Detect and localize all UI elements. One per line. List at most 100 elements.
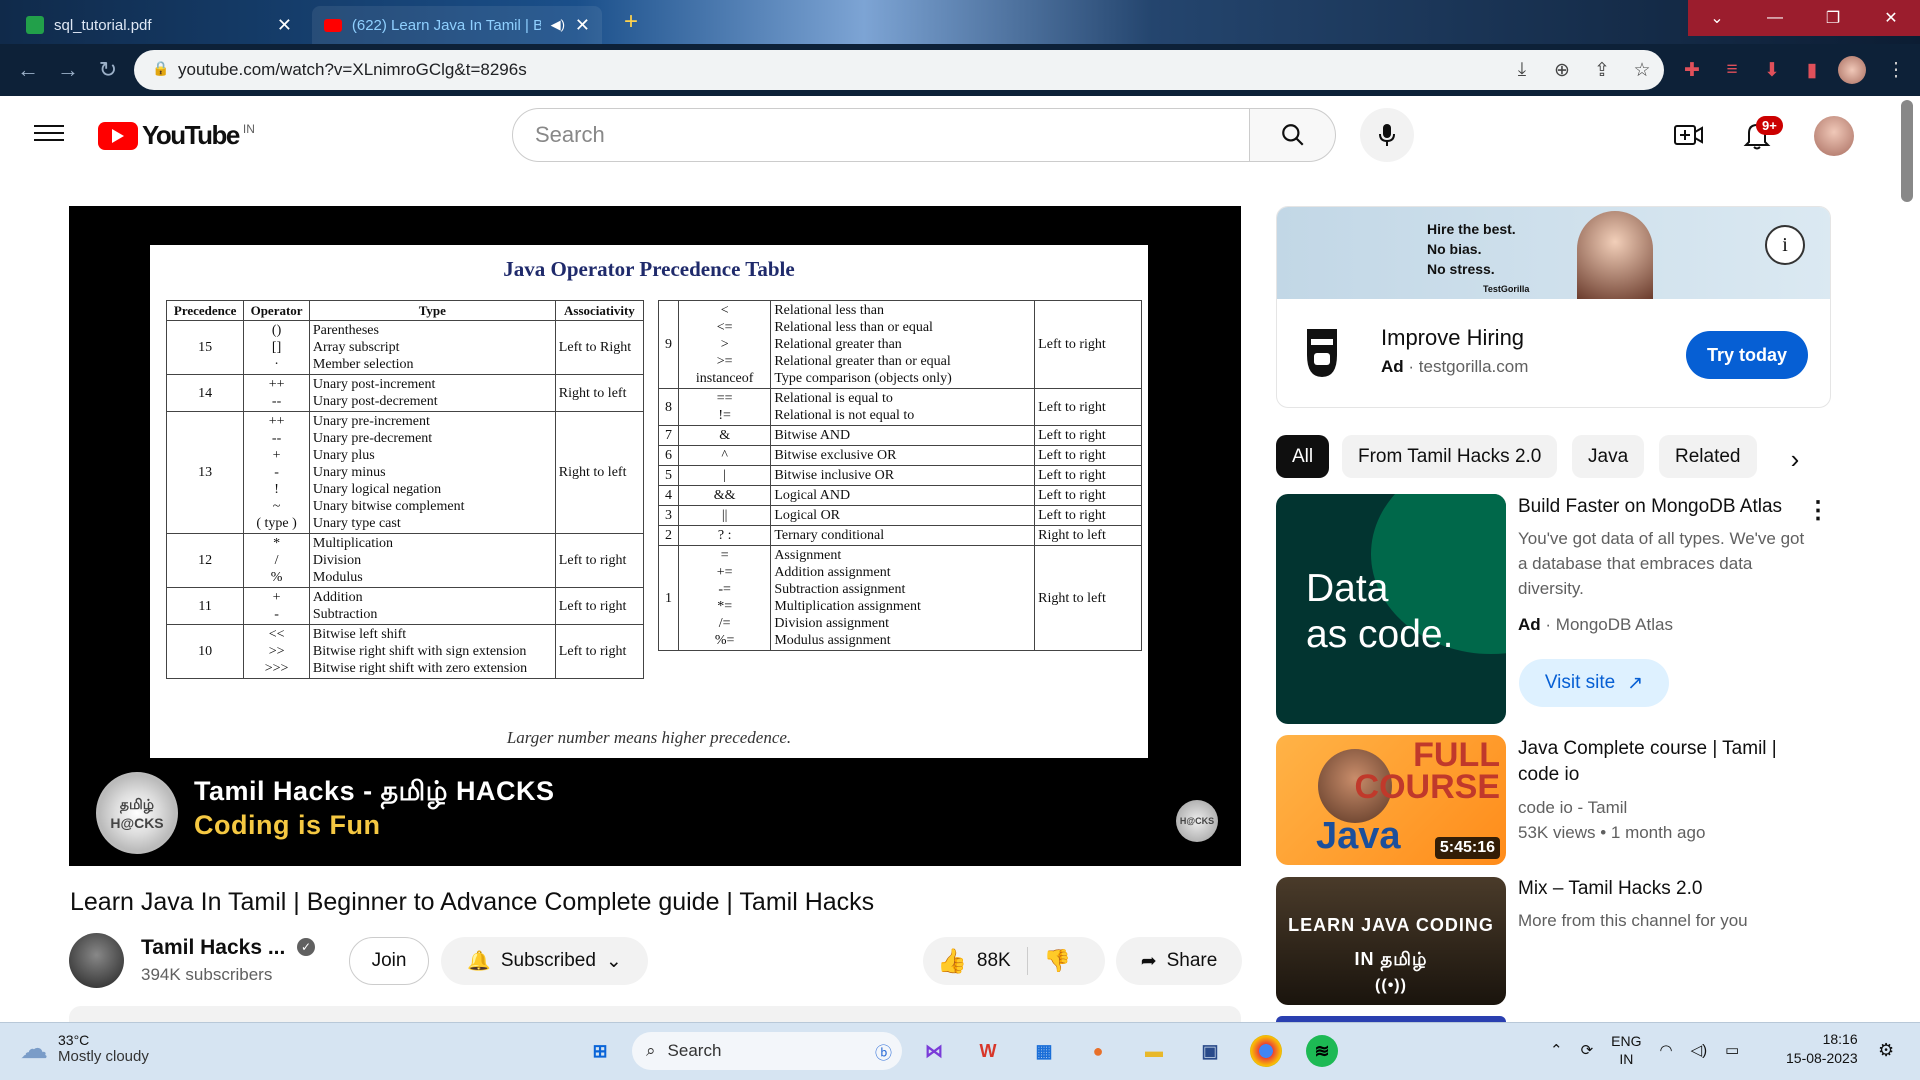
video-thumbnail[interactable]: FULL COURSE Java 5:45:16 — [1276, 735, 1506, 865]
table-cell-ops: ++ -- — [243, 374, 310, 412]
taskbar-search[interactable]: ⌕ Search ⓑ — [632, 1032, 902, 1070]
chevron-up-icon[interactable]: ⌃ — [1550, 1041, 1563, 1059]
table-cell-ops: * /% — [243, 533, 310, 588]
thumb-line: IN தமிழ் — [1354, 949, 1428, 969]
download-icon[interactable]: ⬇ — [1758, 56, 1786, 84]
hamburger-menu-icon[interactable] — [34, 120, 64, 144]
microphone-icon — [1379, 124, 1395, 146]
mongodb-ad-thumbnail[interactable]: Data as code. — [1276, 494, 1506, 724]
subscribed-button[interactable]: 🔔 Subscribed ⌄ — [441, 937, 648, 985]
wps-office-icon[interactable]: W — [972, 1035, 1004, 1067]
chip-java[interactable]: Java — [1572, 435, 1645, 478]
account-avatar[interactable] — [1814, 116, 1854, 156]
slide-footer-note: Larger number means higher precedence. — [506, 728, 792, 747]
thumb-text: Data as code. — [1306, 567, 1454, 656]
join-button[interactable]: Join — [349, 937, 429, 985]
minimize-icon[interactable]: — — [1746, 0, 1804, 36]
notification-center-icon[interactable]: ⚙ — [1878, 1040, 1894, 1061]
tab-sql-tutorial[interactable]: sql_tutorial.pdf ✕ — [14, 6, 304, 44]
thumbs-up-icon[interactable]: 👍 — [937, 947, 967, 976]
zoom-icon[interactable]: ⊕ — [1548, 56, 1576, 84]
ad-headline[interactable]: Improve Hiring — [1381, 325, 1524, 351]
volume-icon[interactable]: ◁) — [1691, 1041, 1708, 1059]
table-cell-types: Bitwise exclusive OR — [770, 445, 1036, 466]
sync-icon[interactable]: ⟳ — [1581, 1041, 1594, 1059]
table-cell-ops: & — [678, 425, 772, 446]
chip-from-channel[interactable]: From Tamil Hacks 2.0 — [1342, 435, 1558, 478]
youtube-logo[interactable]: YouTube IN — [98, 120, 255, 151]
table-cell-assoc: Left to right — [1034, 465, 1142, 486]
voice-search-button[interactable] — [1360, 108, 1414, 162]
battery-icon[interactable]: ▭ — [1725, 1041, 1739, 1059]
file-explorer-icon[interactable]: ▬ — [1138, 1035, 1170, 1067]
channel-watermark[interactable]: H@CKS — [1176, 800, 1218, 842]
share-button[interactable]: ➦ Share — [1116, 937, 1242, 985]
clock[interactable]: 18:16 15-08-2023 — [1786, 1030, 1858, 1068]
firefox-icon[interactable]: ● — [1082, 1035, 1114, 1067]
reading-list-icon[interactable]: ≡ — [1718, 56, 1746, 84]
windows-start-icon[interactable]: ⊞ — [584, 1035, 616, 1067]
chrome-icon[interactable] — [1250, 1035, 1282, 1067]
profile-avatar[interactable] — [1838, 56, 1866, 84]
try-today-button[interactable]: Try today — [1686, 331, 1808, 379]
chip-related[interactable]: Related — [1659, 435, 1757, 478]
restore-icon[interactable]: ❐ — [1804, 0, 1862, 36]
tab-label: (622) Learn Java In Tamil | Be — [351, 16, 541, 34]
speaker-icon[interactable]: ◀) — [551, 17, 565, 33]
mix-title[interactable]: Mix – Tamil Hacks 2.0 — [1518, 876, 1702, 902]
external-link-icon: ↗ — [1627, 672, 1644, 694]
microsoft-store-icon[interactable]: ▦ — [1028, 1035, 1060, 1067]
table-cell-types: Unary pre-increment Unary pre-decrement Un… — [308, 411, 556, 534]
table-header: Associativity — [554, 300, 645, 321]
table-row: 3 || Logical OR Left to right — [657, 505, 1142, 526]
mix-thumbnail[interactable]: LEARN JAVA CODING IN தமிழ் ((•)) — [1276, 877, 1506, 1005]
channel-avatar[interactable] — [69, 933, 124, 988]
forward-icon[interactable]: → — [48, 50, 88, 90]
install-icon[interactable]: ⤓ — [1508, 56, 1536, 84]
ad-video-title[interactable]: Build Faster on MongoDB Atlas — [1518, 494, 1798, 520]
back-icon[interactable]: ← — [8, 50, 48, 90]
related-video-title[interactable]: Java Complete course | Tamil | code io — [1518, 736, 1808, 788]
spotify-icon[interactable]: ≋ — [1306, 1035, 1338, 1067]
close-tab-icon[interactable]: ✕ — [277, 15, 292, 36]
close-window-icon[interactable]: ✕ — [1862, 0, 1920, 36]
youtube-play-icon — [98, 121, 138, 150]
table-cell-prec: 10 — [165, 624, 245, 679]
video-overlay-tagline: Coding is Fun — [194, 810, 381, 840]
table-cell-ops: == != — [678, 388, 772, 426]
share-page-icon[interactable]: ⇪ — [1588, 56, 1616, 84]
browser-menu-icon[interactable]: ⋮ — [1882, 56, 1910, 84]
thumbs-down-icon[interactable]: 👎 — [1044, 948, 1071, 974]
create-video-icon[interactable] — [1672, 118, 1706, 152]
reload-icon[interactable]: ↻ — [88, 50, 128, 90]
visit-site-button[interactable]: Visit site ↗ — [1519, 659, 1669, 707]
ad-info-icon[interactable]: i — [1765, 225, 1805, 265]
channel-name[interactable]: Tamil Hacks ... — [141, 936, 285, 960]
weather-widget[interactable]: ☁ 33°C Mostly cloudy — [20, 1032, 149, 1065]
bookmark-star-icon[interactable]: ☆ — [1628, 56, 1656, 84]
sidepanel-icon[interactable]: ▮ — [1798, 56, 1826, 84]
wifi-icon[interactable]: ◠ — [1660, 1041, 1673, 1059]
table-cell-types: Bitwise left shift Bitwise right shift wi… — [308, 624, 556, 679]
close-tab-icon[interactable]: ✕ — [575, 15, 590, 36]
vmware-icon[interactable]: ▣ — [1194, 1035, 1226, 1067]
search-input[interactable]: Search — [512, 108, 1250, 162]
page-scrollbar[interactable] — [1901, 100, 1913, 202]
sidebar-ad-card[interactable]: Hire the best. No bias. No stress. TestG… — [1276, 206, 1831, 408]
tab-search-icon[interactable]: ⌄ — [1688, 0, 1746, 36]
like-count[interactable]: 88K — [977, 950, 1011, 972]
search-button[interactable] — [1250, 108, 1336, 162]
more-options-icon[interactable]: ⋮ — [1806, 496, 1830, 525]
address-bar[interactable]: 🔒 youtube.com/watch?v=XLnimroGClg&t=8296… — [134, 50, 1664, 90]
tab-youtube[interactable]: (622) Learn Java In Tamil | Be ◀) ✕ — [312, 6, 602, 44]
related-channel-name[interactable]: code io - Tamil — [1518, 795, 1627, 820]
cloud-icon: ☁ — [20, 1033, 48, 1064]
visual-studio-icon[interactable]: ⋈ — [918, 1035, 950, 1067]
extensions-icon[interactable]: ✚ — [1678, 56, 1706, 84]
language-indicator[interactable]: ENG IN — [1611, 1032, 1641, 1068]
ad-banner[interactable] — [1277, 207, 1830, 299]
table-cell-types: Multiplication Division Modulus — [308, 533, 556, 588]
chip-all[interactable]: All — [1276, 435, 1330, 478]
chevron-right-icon[interactable]: › — [1780, 444, 1810, 474]
new-tab-button[interactable]: + — [624, 8, 638, 36]
